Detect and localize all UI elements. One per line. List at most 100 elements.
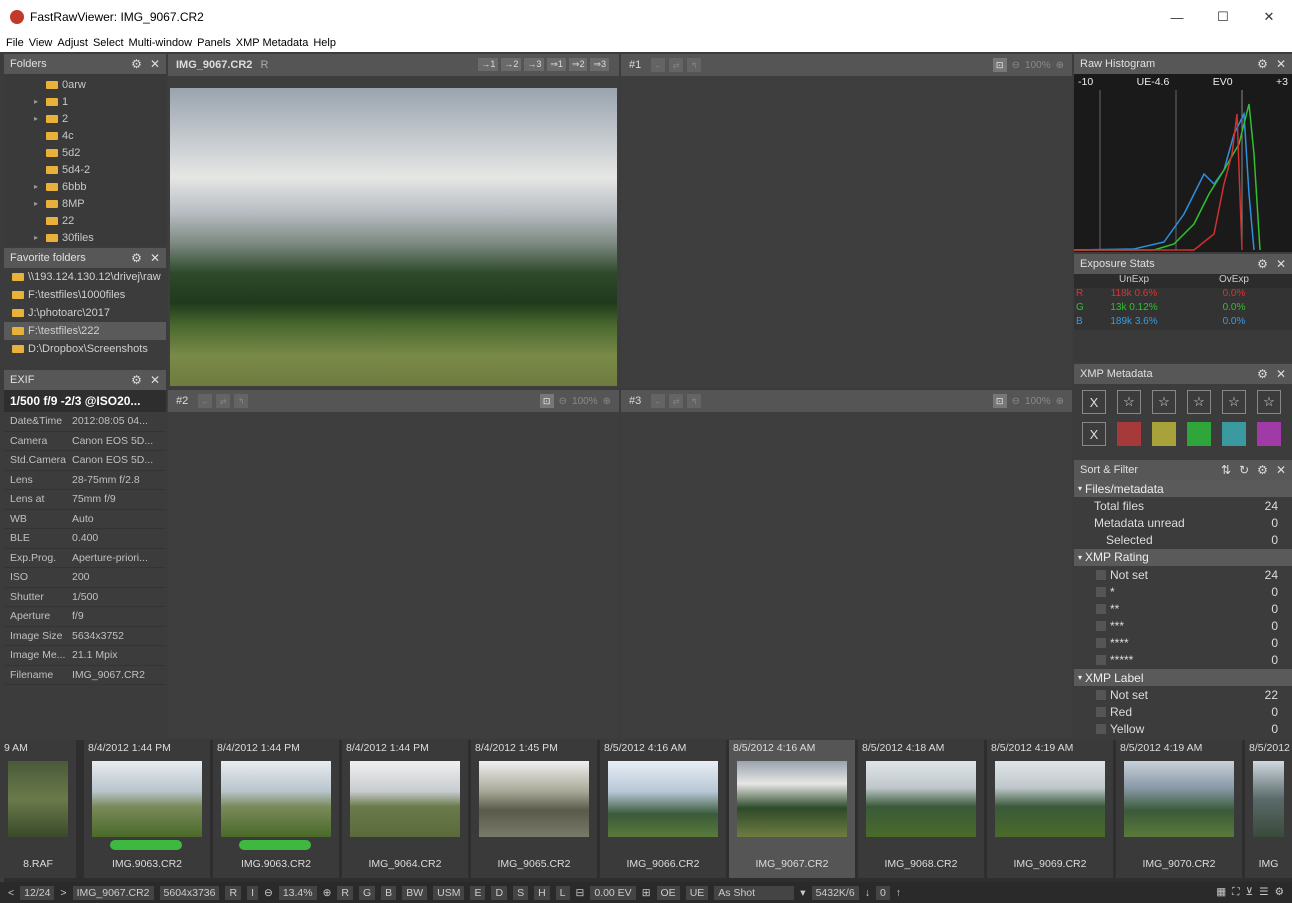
list-icon[interactable]: ☰ <box>1259 886 1268 899</box>
ev-minus-icon[interactable]: ⊟ <box>576 887 585 899</box>
grid-icon[interactable]: ▦ <box>1216 886 1226 899</box>
folder-item[interactable]: 5d2 <box>4 144 166 161</box>
compare-button[interactable]: ⇒2 <box>568 58 588 71</box>
filter-group[interactable]: ▾ XMP Label <box>1074 669 1292 687</box>
compare-button[interactable]: →2 <box>501 58 522 71</box>
save-icon[interactable]: ⊻ <box>1245 886 1253 899</box>
swap-icon[interactable]: ⇄ <box>669 394 684 408</box>
r-button[interactable]: R <box>225 885 242 900</box>
folder-item[interactable]: ▸ 6bbb <box>4 178 166 195</box>
close-icon[interactable]: ✕ <box>150 251 160 265</box>
filmstrip-thumbnail[interactable]: 8/5/2012 IMG <box>1245 740 1292 878</box>
arrow-down-icon[interactable]: ↓ <box>865 887 870 899</box>
wb-dropdown-icon[interactable]: ▾ <box>800 887 805 899</box>
gear-icon[interactable]: ⚙ <box>1257 57 1268 71</box>
close-icon[interactable]: ✕ <box>1276 367 1286 381</box>
filter-item[interactable]: **** 0 <box>1074 635 1292 652</box>
filter-checkbox[interactable] <box>1096 603 1106 614</box>
filter-item[interactable]: ***** 0 <box>1074 652 1292 669</box>
expand-icon[interactable]: ▸ <box>34 97 42 106</box>
gear-icon[interactable]: ⚙ <box>1257 367 1268 381</box>
zoom-in-icon[interactable]: ⊕ <box>323 887 332 899</box>
expand-icon[interactable]: ▸ <box>34 182 42 191</box>
lock-icon[interactable]: ⊡ <box>539 394 554 408</box>
l-button[interactable]: L <box>555 885 570 900</box>
filter-checkbox[interactable] <box>1096 724 1106 735</box>
filter-item[interactable]: Yellow 0 <box>1074 721 1292 738</box>
expand-icon[interactable]: ▸ <box>34 114 42 123</box>
gear-icon[interactable]: ⚙ <box>131 57 142 71</box>
arrow-left-icon[interactable]: ← <box>198 394 213 408</box>
filmstrip-thumbnail[interactable]: 8/4/2012 1:44 PM IMG_9064.CR2 <box>342 740 468 878</box>
compare-button[interactable]: ⇒1 <box>547 58 566 71</box>
menu-adjust[interactable]: Adjust <box>57 37 88 49</box>
filter-group[interactable]: ▾ XMP Rating <box>1074 548 1292 566</box>
menu-view[interactable]: View <box>29 37 53 49</box>
zoom-out-icon[interactable]: ⊖ <box>559 396 567 407</box>
ue-button[interactable]: UE <box>685 885 709 900</box>
star-rating-button[interactable]: ☆ <box>1222 390 1246 414</box>
filter-checkbox[interactable] <box>1096 707 1106 718</box>
i-button[interactable]: I <box>247 885 258 900</box>
h-button[interactable]: H <box>534 885 550 900</box>
filmstrip-thumbnail[interactable]: 8/4/2012 1:44 PM IMG.9063.CR2 <box>213 740 339 878</box>
refresh-icon[interactable]: ↻ <box>1239 463 1249 477</box>
swap-icon[interactable]: ⇄ <box>216 394 231 408</box>
filter-item[interactable]: * 0 <box>1074 583 1292 600</box>
menu-xmp-metadata[interactable]: XMP Metadata <box>236 37 309 49</box>
close-icon[interactable]: ✕ <box>1276 257 1286 271</box>
zoom-in-icon[interactable]: ⊕ <box>1056 60 1064 71</box>
menu-panels[interactable]: Panels <box>197 37 231 49</box>
menu-multi-window[interactable]: Multi-window <box>129 37 193 49</box>
filter-item[interactable]: Total files 24 <box>1074 497 1292 514</box>
channel-r-button[interactable]: R <box>337 885 353 900</box>
reject-button[interactable]: X <box>1082 390 1106 414</box>
close-icon[interactable]: ✕ <box>1276 463 1286 477</box>
zoom-in-icon[interactable]: ⊕ <box>603 396 611 407</box>
e-button[interactable]: E <box>470 885 486 900</box>
filter-checkbox[interactable] <box>1096 569 1106 580</box>
filter-item[interactable]: ** 0 <box>1074 600 1292 617</box>
folder-item[interactable]: ▸ 2 <box>4 110 166 127</box>
filmstrip-thumbnail[interactable]: 8/5/2012 4:19 AM IMG_9069.CR2 <box>987 740 1113 878</box>
filmstrip-thumbnail[interactable]: 8/5/2012 4:16 AM IMG_9066.CR2 <box>600 740 726 878</box>
filmstrip-thumbnail[interactable]: 8/5/2012 4:18 AM IMG_9068.CR2 <box>858 740 984 878</box>
swap-icon[interactable]: ⇄ <box>669 58 684 72</box>
filmstrip-thumbnail[interactable]: 8/5/2012 4:19 AM IMG_9070.CR2 <box>1116 740 1242 878</box>
folder-item[interactable]: 5d4-2 <box>4 161 166 178</box>
folder-item[interactable]: 4c <box>4 127 166 144</box>
filmstrip-thumbnail[interactable]: 8/4/2012 1:44 PM IMG.9063.CR2 <box>84 740 210 878</box>
star-rating-button[interactable]: ☆ <box>1257 390 1281 414</box>
color-label-button[interactable] <box>1117 422 1141 446</box>
close-icon[interactable]: ✕ <box>1276 57 1286 71</box>
compare-button[interactable]: ⇒3 <box>590 58 609 71</box>
compare-button[interactable]: →3 <box>524 58 545 71</box>
filter-item[interactable]: *** 0 <box>1074 618 1292 635</box>
filter-item[interactable]: Metadata unread 0 <box>1074 514 1292 531</box>
rotate-icon[interactable]: ↰ <box>234 394 249 408</box>
channel-g-button[interactable]: G <box>359 885 376 900</box>
channel-b-button[interactable]: B <box>381 885 397 900</box>
gear-icon[interactable]: ⚙ <box>131 251 142 265</box>
favorite-folder-item[interactable]: \\193.124.130.12\drivej\raw <box>4 268 166 286</box>
folder-item[interactable]: 22 <box>4 212 166 229</box>
bw-button[interactable]: BW <box>402 885 428 900</box>
settings-icon[interactable]: ⚙ <box>1275 886 1284 899</box>
zoom-out-icon[interactable]: ⊖ <box>264 887 273 899</box>
maximize-button[interactable]: ☐ <box>1200 0 1246 34</box>
favorite-folder-item[interactable]: D:\Dropbox\Screenshots <box>4 340 166 358</box>
d-button[interactable]: D <box>491 885 508 900</box>
minimize-button[interactable]: — <box>1154 0 1200 34</box>
folder-item[interactable]: ▸ 30files <box>4 229 166 246</box>
filter-checkbox[interactable] <box>1096 655 1106 666</box>
filmstrip-thumbnail[interactable]: 9 AM 8.RAF <box>0 740 76 878</box>
lock-icon[interactable]: ⊡ <box>992 394 1007 408</box>
wb-select[interactable]: As Shot <box>714 885 795 900</box>
filter-item[interactable]: Not set 24 <box>1074 566 1292 583</box>
close-button[interactable]: ✕ <box>1246 0 1292 34</box>
filter-checkbox[interactable] <box>1096 621 1106 632</box>
filter-checkbox[interactable] <box>1096 689 1106 700</box>
star-rating-button[interactable]: ☆ <box>1187 390 1211 414</box>
color-label-button[interactable] <box>1187 422 1211 446</box>
zoom-out-icon[interactable]: ⊖ <box>1012 396 1020 407</box>
